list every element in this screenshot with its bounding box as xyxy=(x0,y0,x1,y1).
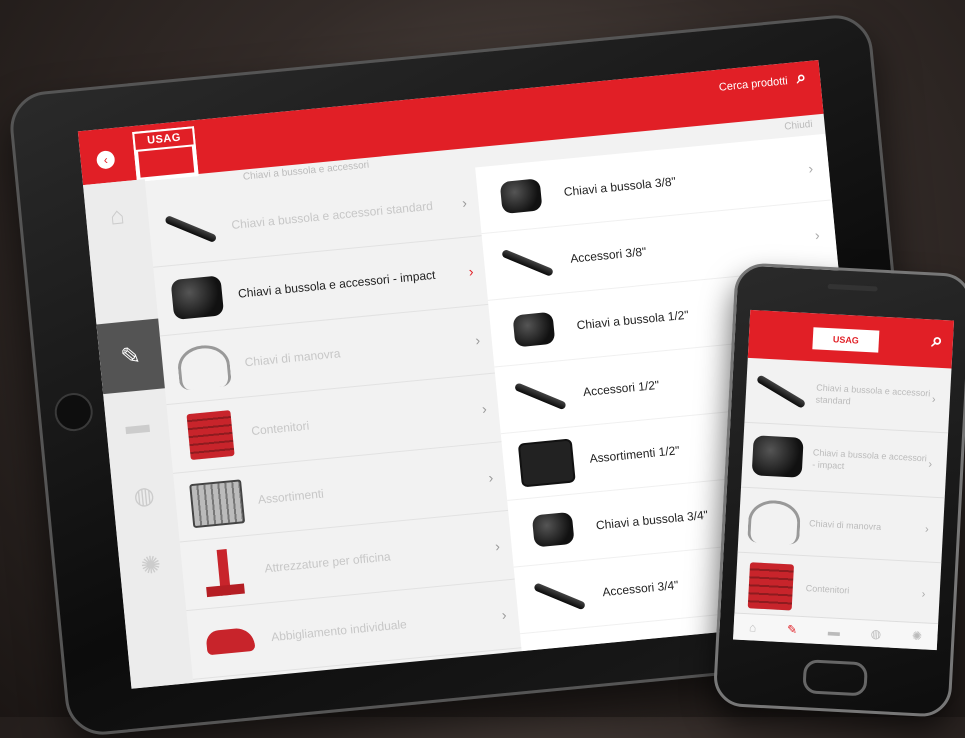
pliers-image xyxy=(738,498,810,545)
phone-category-label: Contenitori xyxy=(805,583,850,596)
chevron-right-icon: › xyxy=(461,194,468,211)
rail-home[interactable]: ⌂ xyxy=(83,179,151,255)
socket-image xyxy=(488,165,555,227)
chevron-right-icon: › xyxy=(467,263,475,280)
rail-settings[interactable]: ✺ xyxy=(117,528,185,604)
car-icon[interactable]: ▬ xyxy=(828,624,841,639)
socket-image xyxy=(500,299,567,361)
logo-mark xyxy=(138,146,195,178)
phone-category-label: Chiavi a bussola e accessori - impact xyxy=(812,447,928,472)
socket-image xyxy=(520,499,587,561)
rail-car[interactable]: ▬ xyxy=(103,388,171,464)
ratchet-image xyxy=(157,198,224,260)
settings-icon[interactable]: ✺ xyxy=(912,629,923,644)
tool-case-image xyxy=(184,473,251,535)
rail-spacer xyxy=(90,249,158,325)
chevron-right-icon: › xyxy=(487,469,494,486)
extension-bar-image xyxy=(507,365,574,427)
jack-image xyxy=(190,542,257,604)
wrench-icon: ✎ xyxy=(119,341,142,371)
globe-icon[interactable]: ◍ xyxy=(870,627,881,642)
phone-device: USAG ⌕ Chiavi a bussola e accessori stan… xyxy=(712,262,965,718)
category-label: Attrezzature per officina xyxy=(263,548,392,575)
usag-logo: USAG xyxy=(812,327,880,353)
phone-category-label: Chiavi a bussola e accessori standard xyxy=(815,382,931,407)
search-icon[interactable]: ⌕ xyxy=(931,329,943,353)
chevron-right-icon: › xyxy=(928,458,933,471)
tablet-home-button[interactable] xyxy=(52,391,95,433)
chevron-right-icon: › xyxy=(481,400,488,417)
chevron-right-icon: › xyxy=(931,393,936,406)
impact-socket-image xyxy=(742,435,814,479)
rail-tools[interactable]: ✎ xyxy=(96,318,165,395)
back-icon[interactable]: ‹ xyxy=(95,150,116,170)
extension-bar-image xyxy=(526,565,593,627)
impact-socket-image xyxy=(164,267,231,329)
category-label: Assortimenti xyxy=(257,486,325,507)
chevron-right-icon: › xyxy=(494,537,501,555)
phone-speaker xyxy=(827,283,878,292)
category-label: Chiavi di manovra xyxy=(244,345,341,369)
safety-shoe-image xyxy=(197,610,264,672)
phone-home-button[interactable] xyxy=(802,659,869,697)
search-icon: ⌕ xyxy=(795,67,807,88)
settings-icon: ✺ xyxy=(139,550,163,580)
tool-cabinet-image xyxy=(177,404,244,466)
search-button[interactable]: Cerca prodotti ⌕ xyxy=(718,67,807,95)
chevron-right-icon: › xyxy=(807,160,814,177)
chevron-right-icon: › xyxy=(921,588,926,601)
tool-cabinet-image xyxy=(735,562,807,612)
search-label: Cerca prodotti xyxy=(718,75,789,94)
phone-category-label: Chiavi di manovra xyxy=(808,518,882,533)
phone-category-item[interactable]: Chiavi a bussola e accessori - impact › xyxy=(740,422,949,499)
home-icon: ⌂ xyxy=(108,202,126,231)
phone-screen: USAG ⌕ Chiavi a bussola e accessori stan… xyxy=(733,309,955,651)
home-icon[interactable]: ⌂ xyxy=(749,620,757,634)
category-label: Contenitori xyxy=(250,418,310,438)
chevron-right-icon: › xyxy=(924,523,930,536)
chevron-right-icon: › xyxy=(501,606,508,623)
category-label: Chiavi a bussola e accessori - impact xyxy=(237,267,436,301)
subcategory-label: Chiavi a bussola 3/8" xyxy=(563,174,677,200)
rail-globe[interactable]: ◍ xyxy=(110,458,178,534)
wrench-icon[interactable]: ✎ xyxy=(787,622,798,637)
subcategory-label: Accessori 3/8" xyxy=(569,244,647,266)
chevron-right-icon: › xyxy=(474,331,481,349)
car-icon: ▬ xyxy=(124,410,151,441)
category-label: Abbigliamento individuale xyxy=(270,616,408,644)
category-list: Chiavi a bussola e accessori standard › … xyxy=(146,167,522,682)
category-label: Chiavi a bussola e accessori standard xyxy=(230,198,434,232)
ratchet-image xyxy=(746,374,816,409)
chevron-right-icon: › xyxy=(814,226,821,244)
phone-category-item[interactable]: Chiavi a bussola e accessori standard › xyxy=(744,357,952,434)
usag-logo: USAG xyxy=(132,126,199,182)
extension-bar-image xyxy=(494,232,561,294)
socket-case-image xyxy=(513,432,580,494)
phone-category-item[interactable]: Chiavi di manovra › xyxy=(737,487,945,564)
globe-icon: ◍ xyxy=(132,481,156,511)
close-link[interactable]: Chiudi xyxy=(784,119,813,133)
pliers-image xyxy=(170,336,237,398)
